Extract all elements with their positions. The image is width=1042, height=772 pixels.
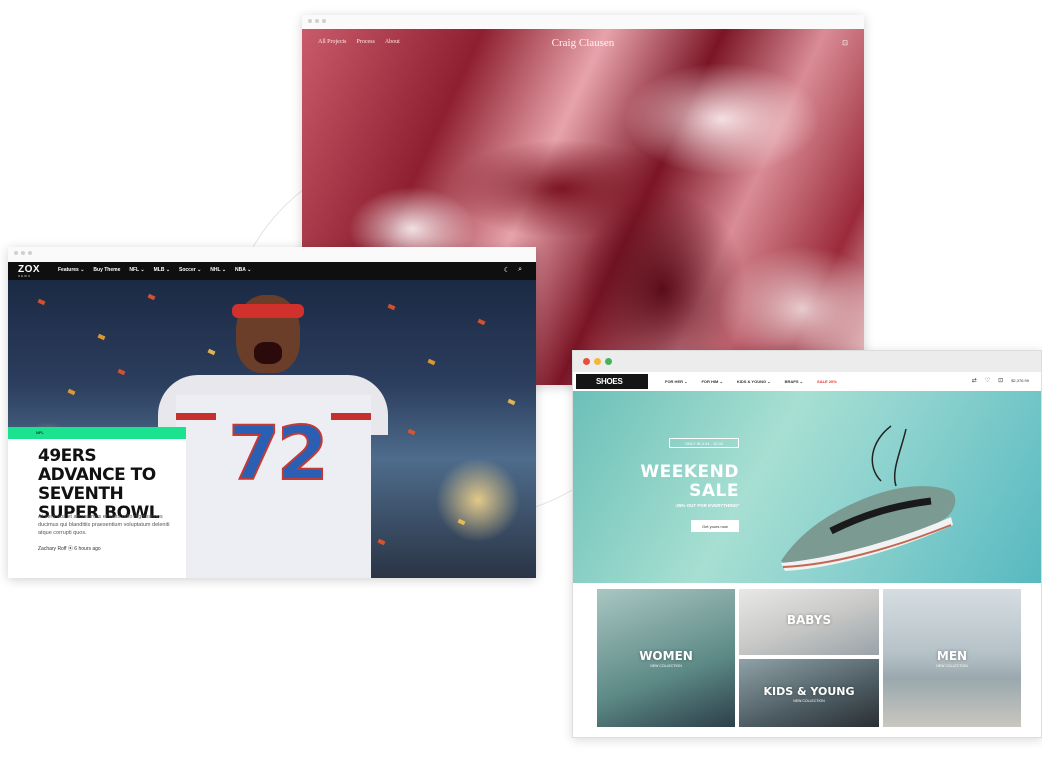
zox-navbar: ZOX NEWS Features ⌄ Buy Theme NFL ⌄ MLB ⌄… bbox=[8, 262, 536, 280]
hero-headline-1: WEEKEND bbox=[640, 462, 739, 482]
tile-men-sub: NEW COLLECTION bbox=[936, 664, 968, 668]
search-icon[interactable]: ⌕ bbox=[518, 266, 522, 274]
date-badge: ONLY IN 4.04 - 10.04 bbox=[669, 438, 739, 448]
tile-men[interactable]: MEN NEW COLLECTION bbox=[883, 589, 1021, 727]
menu-braps[interactable]: BRAPS ⌄ bbox=[785, 379, 803, 384]
tile-men-label: MEN bbox=[936, 649, 968, 663]
menu-kids-young[interactable]: KIDS & YOUNG ⌄ bbox=[737, 379, 771, 384]
menu-nba[interactable]: NBA ⌄ bbox=[235, 267, 251, 273]
menu-nhl[interactable]: NHL ⌄ bbox=[210, 267, 226, 273]
window-chrome bbox=[302, 15, 864, 30]
article-headline[interactable]: 49ERS ADVANCE TO SEVENTH SUPER BOWL bbox=[38, 447, 186, 523]
tile-women[interactable]: WOMEN NEW COLLECTION bbox=[597, 589, 735, 727]
close-dot-icon[interactable] bbox=[583, 358, 590, 365]
site-brand[interactable]: Craig Clausen bbox=[302, 37, 864, 49]
category-grid: WOMEN NEW COLLECTION BABYS KIDS & YOUNG … bbox=[573, 583, 1041, 737]
menu-sale[interactable]: SALE 20% bbox=[817, 379, 837, 384]
wishlist-icon[interactable]: ♡ bbox=[985, 377, 990, 384]
sale-hero: ONLY IN 4.04 - 10.04 WEEKEND SALE -25% O… bbox=[573, 391, 1041, 583]
bag-icon[interactable]: ⊡ bbox=[842, 39, 848, 47]
tile-women-sub: NEW COLLECTION bbox=[650, 664, 682, 668]
football-player: 72 bbox=[158, 290, 388, 578]
get-yours-button[interactable]: Get yours now bbox=[691, 520, 739, 532]
tile-kids-young-label: KIDS & YOUNG bbox=[763, 685, 855, 698]
dark-mode-icon[interactable]: ☾ bbox=[504, 266, 510, 274]
category-tag[interactable]: NFL bbox=[8, 427, 186, 439]
tile-babys-label: BABYS bbox=[786, 613, 832, 627]
window-chrome bbox=[573, 351, 1041, 372]
jersey-number: 72 bbox=[228, 410, 330, 498]
shoes-logo[interactable]: SHOES bbox=[576, 374, 648, 389]
cart-total: $2,376.99 bbox=[1011, 378, 1029, 383]
hero-subhead: -25% OUT FOR EVERYTHING* bbox=[674, 503, 739, 508]
article-excerpt: At vero eos et accusamus et iusto odio d… bbox=[38, 514, 170, 536]
menu-soccer[interactable]: Soccer ⌄ bbox=[179, 267, 201, 273]
tile-kids-young[interactable]: KIDS & YOUNG NEW COLLECTION bbox=[739, 659, 879, 727]
article-byline: Zachary Roff ⦿ 6 hours ago bbox=[38, 546, 101, 552]
zox-news-window: ZOX NEWS Features ⌄ Buy Theme NFL ⌄ MLB ⌄… bbox=[8, 247, 536, 578]
menu-for-him[interactable]: FOR HIM ⌄ bbox=[701, 379, 722, 384]
maximize-dot-icon[interactable] bbox=[605, 358, 612, 365]
menu-nfl[interactable]: NFL ⌄ bbox=[129, 267, 144, 273]
tile-women-label: WOMEN bbox=[639, 649, 693, 663]
hero-image: 72 NFL 49ERS ADVANCE TO SEVENTH SUPER BO… bbox=[8, 280, 536, 578]
sneaker-image bbox=[781, 425, 956, 571]
menu-features[interactable]: Features ⌄ bbox=[58, 267, 84, 273]
shoes-menu: FOR HER ⌄ FOR HIM ⌄ KIDS & YOUNG ⌄ BRAPS… bbox=[665, 379, 837, 384]
compare-icon[interactable]: ⇄ bbox=[972, 377, 977, 384]
zox-menu: Features ⌄ Buy Theme NFL ⌄ MLB ⌄ Soccer … bbox=[58, 267, 251, 273]
craig-nav: All Projects Process About Craig Clausen… bbox=[302, 29, 864, 59]
tile-babys[interactable]: BABYS bbox=[739, 589, 879, 655]
menu-buy-theme[interactable]: Buy Theme bbox=[93, 267, 120, 273]
cart-icon[interactable]: ⊡ bbox=[998, 377, 1003, 384]
shoes-store-window: SHOES FOR HER ⌄ FOR HIM ⌄ KIDS & YOUNG ⌄… bbox=[572, 350, 1042, 738]
hero-headline-2: SALE bbox=[689, 481, 739, 501]
window-dots bbox=[14, 251, 32, 255]
zox-logo[interactable]: ZOX NEWS bbox=[18, 265, 40, 278]
tile-kids-young-sub: NEW COLLECTION bbox=[793, 699, 825, 703]
headline-card[interactable]: NFL 49ERS ADVANCE TO SEVENTH SUPER BOWL … bbox=[8, 427, 186, 578]
minimize-dot-icon[interactable] bbox=[594, 358, 601, 365]
menu-for-her[interactable]: FOR HER ⌄ bbox=[665, 379, 687, 384]
window-chrome bbox=[8, 247, 536, 262]
menu-mlb[interactable]: MLB ⌄ bbox=[154, 267, 170, 273]
window-dots bbox=[308, 19, 326, 23]
shoes-header: SHOES FOR HER ⌄ FOR HIM ⌄ KIDS & YOUNG ⌄… bbox=[573, 372, 1041, 392]
